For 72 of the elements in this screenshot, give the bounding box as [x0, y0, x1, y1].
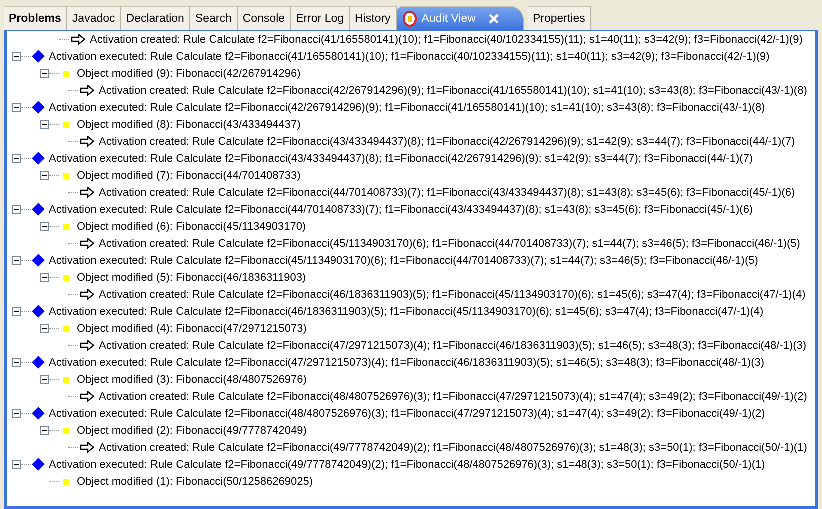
collapse-toggle[interactable]	[40, 120, 49, 129]
arrow-right-icon	[80, 340, 95, 351]
tree-item[interactable]: Activation executed: Rule Calculate f2=Fibonacci(43/433494437)(8); f1=Fibonacci(42/267914296)(9); s1=42(9); s3=44(7); f3=Fibonacci(44/-1)(7)	[49, 152, 754, 164]
square-icon	[63, 172, 69, 178]
arrow-right-icon	[80, 136, 95, 147]
square-icon	[63, 122, 69, 128]
collapse-toggle[interactable]	[40, 426, 49, 435]
view-tab[interactable]: Javadoc	[67, 6, 122, 30]
tree-item[interactable]: Activation executed: Rule Calculate f2=Fibonacci(45/1134903170)(6); f1=Fibonacci(44/701408733)(7); s1=44(7); s3=46(5); f3=Fibonacci(46/-1)(5)	[49, 254, 758, 266]
tree-item[interactable]: Activation executed: Rule Calculate f2=Fibonacci(42/267914296)(9); f1=Fibonacci(41/165580141)(10); s1=41(10); s3=43(8); f3=Fibonacci(43/-1)(8)	[49, 102, 766, 114]
collapse-toggle[interactable]	[40, 222, 49, 231]
arrow-right-icon	[71, 34, 86, 45]
arrow-right-icon	[80, 442, 95, 453]
view-tab[interactable]: Declaration	[121, 6, 190, 30]
collapse-toggle[interactable]	[12, 52, 21, 61]
square-icon	[63, 428, 69, 434]
tree-item[interactable]: Activation created: Rule Calculate f2=Fibonacci(43/433494437)(8); f1=Fibonacci(42/267914296)(9); s1=42(9); s3=44(7); f3=Fibonacci(44/-1)(7)	[99, 136, 796, 148]
tree-item[interactable]: Activation created: Rule Calculate f2=Fibonacci(41/165580141)(10); f1=Fibonacci(40/102334155)(11); s1=40(11); s3=42(9); f3=Fibonacci(42/-1)(9)	[90, 34, 803, 46]
tree-item[interactable]: Activation created: Rule Calculate f2=Fibonacci(46/1836311903)(5); f1=Fibonacci(45/1134903170)(6); s1=45(6); s3=47(4); f3=Fibonacci(47/-1)(4)	[99, 288, 806, 300]
tree-item[interactable]: Activation created: Rule Calculate f2=Fibonacci(47/2971215073)(4); f1=Fibonacci(46/1836311903)(5); s1=46(5); s3=48(3); f3=Fibonacci(48/-1)(3)	[99, 340, 807, 352]
view-tab[interactable]: Error Log	[291, 6, 350, 30]
tree-item[interactable]: Object modified (5): Fibonacci(46/1836311903)	[77, 272, 306, 284]
tree-item[interactable]: Object modified (3): Fibonacci(48/4807526976)	[77, 374, 307, 386]
collapse-toggle[interactable]	[40, 375, 49, 384]
view-tab[interactable]: Problems	[4, 6, 68, 30]
collapse-toggle[interactable]	[12, 460, 21, 469]
arrow-right-icon	[80, 187, 95, 198]
tree-item[interactable]: Activation executed: Rule Calculate f2=Fibonacci(49/7778742049)(2); f1=Fibonacci(48/4807526976)(3); s1=48(3); s3=50(1); f3=Fibonacci(50/-1)(1)	[49, 458, 766, 470]
arrow-right-icon	[80, 391, 95, 402]
tree-item[interactable]: Activation created: Rule Calculate f2=Fibonacci(44/701408733)(7); f1=Fibonacci(43/433494437)(8); s1=43(8); s3=45(6); f3=Fibonacci(45/-1)(6)	[99, 186, 796, 198]
collapse-toggle[interactable]	[40, 171, 49, 180]
collapse-toggle[interactable]	[12, 358, 21, 367]
collapse-toggle[interactable]	[12, 409, 21, 418]
close-icon[interactable]	[488, 14, 499, 24]
square-icon	[63, 376, 69, 382]
collapse-toggle[interactable]	[40, 324, 49, 333]
tree-item[interactable]: Object modified (4): Fibonacci(47/2971215073)	[77, 322, 307, 334]
collapse-toggle[interactable]	[12, 103, 21, 112]
tree-item[interactable]: Object modified (6): Fibonacci(45/1134903170)	[77, 220, 306, 232]
tree-item[interactable]: Activation created: Rule Calculate f2=Fibonacci(48/4807526976)(3); f1=Fibonacci(47/2971215073)(4); s1=47(4); s3=49(2); f3=Fibonacci(49/-1)(2)	[99, 390, 808, 402]
arrow-right-icon	[80, 85, 95, 96]
arrow-right-icon	[80, 289, 95, 300]
square-icon	[63, 70, 69, 76]
collapse-toggle[interactable]	[12, 154, 21, 163]
view-tab[interactable]: Properties	[528, 6, 592, 30]
tree-item[interactable]: Object modified (2): Fibonacci(49/7778742049)	[77, 424, 307, 436]
square-icon	[63, 274, 69, 280]
collapse-toggle[interactable]	[12, 256, 21, 265]
tree-item[interactable]: Object modified (8): Fibonacci(43/433494437)	[77, 118, 301, 130]
view-tab[interactable]: Search	[190, 6, 238, 30]
tree-item[interactable]: Activation executed: Rule Calculate f2=Fibonacci(46/1836311903)(5); f1=Fibonacci(45/1134903170)(6); s1=45(6); s3=47(4); f3=Fibonacci(47/-1)(4)	[49, 306, 764, 318]
tree-item[interactable]: Activation executed: Rule Calculate f2=Fibonacci(41/165580141)(10); f1=Fibonacci(40/102334155)(11); s1=40(11); s3=42(9); f3=Fibonacci(42/-1)(9)	[49, 50, 770, 62]
square-icon	[63, 224, 69, 230]
tree-item[interactable]: Object modified (9): Fibonacci(42/267914296)	[77, 68, 301, 80]
tree-item[interactable]: Activation created: Rule Calculate f2=Fibonacci(42/267914296)(9); f1=Fibonacci(41/165580141)(10); s1=41(10); s3=43(8); f3=Fibonacci(43/-1)(8)	[99, 84, 808, 96]
collapse-toggle[interactable]	[12, 205, 21, 214]
square-icon	[63, 478, 69, 484]
collapse-toggle[interactable]	[12, 307, 21, 316]
tree-item[interactable]: Object modified (7): Fibonacci(44/701408733)	[77, 170, 301, 182]
collapse-toggle[interactable]	[40, 273, 49, 282]
tree-item[interactable]: Activation created: Rule Calculate f2=Fibonacci(49/7778742049)(2); f1=Fibonacci(48/4807526976)(3); s1=48(3); s3=50(1); f3=Fibonacci(50/-1)(1)	[99, 442, 808, 454]
square-icon	[63, 326, 69, 332]
tree-item[interactable]: Activation executed: Rule Calculate f2=Fibonacci(48/4807526976)(3); f1=Fibonacci(47/2971215073)(4); s1=47(4); s3=49(2); f3=Fibonacci(49/-1)(2)	[49, 408, 766, 420]
view-tab[interactable]: History	[350, 6, 397, 30]
arrow-right-icon	[80, 238, 95, 249]
view-tab[interactable]: Console	[238, 6, 292, 30]
audit-icon	[402, 10, 417, 26]
tree-item[interactable]: Activation executed: Rule Calculate f2=Fibonacci(44/701408733)(7); f1=Fibonacci(43/433494437)(8); s1=43(8); s3=45(6); f3=Fibonacci(45/-1)(6)	[49, 204, 754, 216]
collapse-toggle[interactable]	[40, 69, 49, 78]
tree-item[interactable]: Activation created: Rule Calculate f2=Fibonacci(45/1134903170)(6); f1=Fibonacci(44/701408733)(7); s1=44(7); s3=46(5); f3=Fibonacci(46/-1)(5)	[99, 238, 800, 250]
tree-item[interactable]: Object modified (1): Fibonacci(50/12586269025)	[77, 476, 314, 488]
tree-item[interactable]: Activation executed: Rule Calculate f2=Fibonacci(47/2971215073)(4); f1=Fibonacci(46/1836311903)(5); s1=46(5); s3=48(3); f3=Fibonacci(48/-1)(3)	[49, 356, 765, 368]
